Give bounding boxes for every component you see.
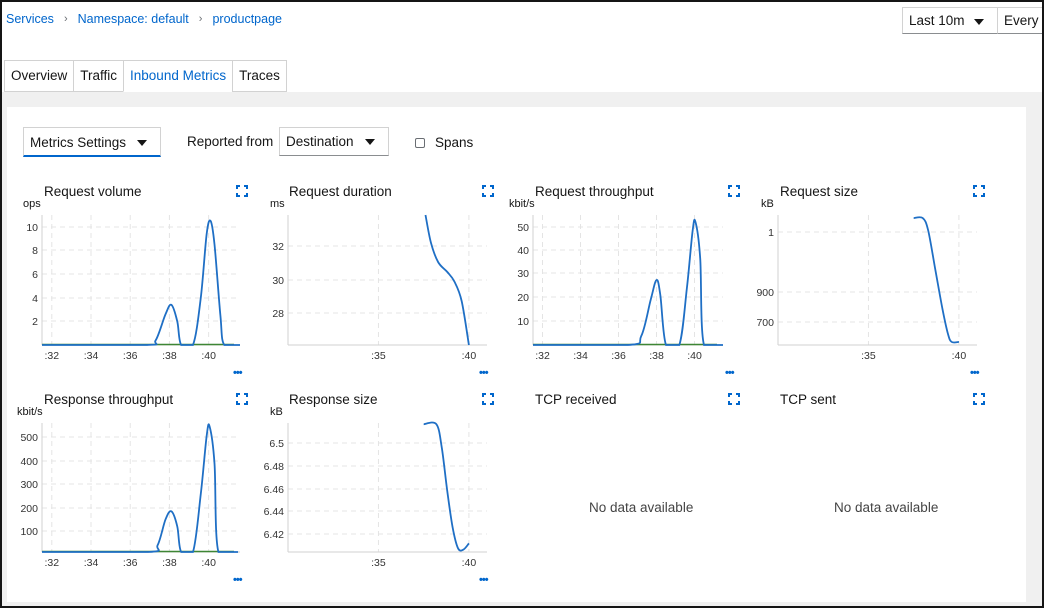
caret-down-icon bbox=[365, 139, 375, 145]
expand-icon[interactable] bbox=[973, 185, 985, 197]
expand-icon[interactable] bbox=[728, 393, 740, 405]
metrics-settings-dropdown[interactable]: Metrics Settings bbox=[23, 127, 161, 157]
chart-title: Request volume bbox=[44, 184, 142, 199]
refresh-interval-select[interactable]: Every 1 bbox=[997, 7, 1044, 34]
expand-icon[interactable] bbox=[236, 185, 248, 197]
tab-bar: Overview Traffic Inbound Metrics Traces bbox=[4, 60, 287, 92]
kebab-menu-icon[interactable]: ••• bbox=[725, 367, 735, 379]
no-data-message: No data available bbox=[589, 500, 694, 515]
chart-title: TCP received bbox=[535, 392, 617, 407]
breadcrumb-service[interactable]: productpage bbox=[212, 12, 282, 26]
expand-icon[interactable] bbox=[482, 393, 494, 405]
tab-traces[interactable]: Traces bbox=[232, 60, 287, 92]
y-axis-unit: kB bbox=[761, 198, 774, 210]
caret-down-icon bbox=[137, 140, 147, 146]
kebab-menu-icon[interactable]: ••• bbox=[479, 367, 489, 379]
expand-icon[interactable] bbox=[482, 185, 494, 197]
expand-icon[interactable] bbox=[973, 393, 985, 405]
refresh-interval-value: Every 1 bbox=[1004, 13, 1044, 28]
tab-overview[interactable]: Overview bbox=[4, 60, 74, 92]
metrics-settings-label: Metrics Settings bbox=[30, 135, 127, 150]
no-data-message: No data available bbox=[834, 500, 939, 515]
breadcrumb-namespace[interactable]: Namespace: default bbox=[78, 12, 189, 26]
kebab-menu-icon[interactable]: ••• bbox=[970, 367, 980, 379]
caret-down-icon bbox=[974, 19, 984, 25]
y-axis-unit: kbit/s bbox=[509, 198, 535, 210]
time-range-select[interactable]: Last 10m bbox=[902, 7, 998, 34]
tab-inbound-metrics[interactable]: Inbound Metrics bbox=[123, 60, 233, 92]
spans-checkbox[interactable] bbox=[415, 138, 425, 148]
chart-title: Response throughput bbox=[44, 392, 174, 407]
chevron-right-icon: › bbox=[198, 13, 203, 25]
chart-title: TCP sent bbox=[780, 392, 837, 407]
chart-title: Response size bbox=[289, 392, 378, 407]
kebab-menu-icon[interactable]: ••• bbox=[233, 367, 243, 379]
chart-title: Request throughput bbox=[535, 184, 654, 199]
chevron-right-icon: › bbox=[63, 13, 68, 25]
spans-label: Spans bbox=[435, 135, 474, 150]
kebab-menu-icon[interactable]: ••• bbox=[233, 574, 243, 586]
reported-from-select[interactable]: Destination bbox=[279, 127, 389, 156]
y-axis-unit: ms bbox=[270, 198, 285, 210]
y-axis-unit: kbit/s bbox=[17, 406, 43, 418]
metrics-card bbox=[7, 107, 1026, 602]
reported-from-value: Destination bbox=[286, 134, 354, 149]
breadcrumb-services[interactable]: Services bbox=[6, 12, 54, 26]
chart-title: Request duration bbox=[289, 184, 392, 199]
tab-traffic[interactable]: Traffic bbox=[73, 60, 124, 92]
kebab-menu-icon[interactable]: ••• bbox=[479, 574, 489, 586]
time-range-value: Last 10m bbox=[909, 13, 965, 28]
expand-icon[interactable] bbox=[236, 393, 248, 405]
reported-from-label: Reported from bbox=[187, 134, 274, 149]
y-axis-unit: ops bbox=[23, 198, 41, 210]
expand-icon[interactable] bbox=[728, 185, 740, 197]
chart-title: Request size bbox=[780, 184, 859, 199]
y-axis-unit: kB bbox=[270, 406, 283, 418]
breadcrumb: Services › Namespace: default › productp… bbox=[6, 12, 282, 26]
